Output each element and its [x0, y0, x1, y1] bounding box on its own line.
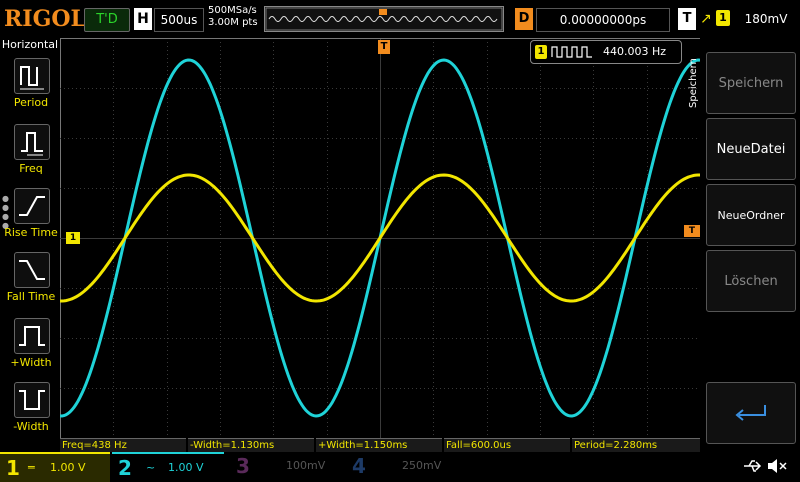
meas-period[interactable]: Period=2.280ms — [572, 438, 700, 452]
ch2-scale: 1.00 V — [168, 461, 204, 474]
counter-value: 440.003 Hz — [603, 45, 667, 58]
return-button[interactable] — [706, 382, 796, 444]
ch2-number: 2 — [118, 456, 132, 480]
freq-label: Freq — [19, 162, 43, 175]
meas-neg-width[interactable]: -Width=1.130ms — [188, 438, 314, 452]
measure-neg-width-button[interactable]: -Width — [2, 382, 60, 446]
meas-fall[interactable]: Fall=600.0us — [444, 438, 570, 452]
frequency-counter: 1 440.003 Hz — [530, 40, 682, 64]
return-arrow-icon — [735, 405, 766, 421]
memory-waveform-icon — [265, 7, 503, 31]
delete-button[interactable]: Löschen — [706, 250, 796, 312]
new-folder-button[interactable]: NeueOrdner — [706, 184, 796, 246]
ch4-number: 4 — [352, 454, 366, 478]
rising-edge-icon: ↗︎ — [700, 11, 712, 27]
run-stop-status[interactable]: T'D — [84, 8, 130, 32]
channel-status-bar: 1 ═ 1.00 V 2 ~ 1.00 V 3 100mV 4 250mV — [0, 452, 800, 482]
memory-depth: 3.00M pts — [208, 17, 258, 28]
fall-time-icon — [14, 252, 50, 288]
ch3-number: 3 — [236, 454, 250, 478]
dc-coupling-icon: ═ — [28, 461, 35, 474]
ch4-status[interactable]: 4 250mV — [342, 452, 454, 480]
ch4-scale: 250mV — [402, 459, 442, 472]
measure-fall-time-button[interactable]: Fall Time — [2, 252, 60, 316]
ch1-number: 1 — [6, 456, 20, 480]
ch3-scale: 100mV — [286, 459, 326, 472]
panel-title: Horizontal — [1, 38, 59, 51]
speaker-muted-icon[interactable] — [766, 457, 788, 475]
ac-coupling-icon: ~ — [146, 461, 156, 474]
trigger-label: T — [678, 8, 696, 30]
rigol-logo: RIGOL — [4, 6, 86, 32]
trigger-level-marker[interactable]: T — [684, 225, 700, 237]
usb-icon — [744, 460, 762, 472]
period-label: Period — [13, 96, 49, 109]
sample-rate: 500MSa/s — [208, 5, 257, 16]
measure-period-button[interactable]: Period — [2, 58, 60, 122]
trigger-position-marker[interactable]: T — [378, 40, 390, 54]
square-wave-icon — [551, 46, 592, 58]
timebase-label: H — [134, 8, 152, 30]
period-icon — [14, 58, 50, 94]
waveform-display[interactable] — [60, 38, 700, 438]
measure-pos-width-button[interactable]: +Width — [2, 318, 60, 382]
ch2-status[interactable]: 2 ~ 1.00 V — [112, 452, 224, 482]
pos-width-label: +Width — [10, 356, 52, 369]
timebase-value[interactable]: 500us — [154, 8, 204, 32]
rise-time-icon — [14, 188, 50, 224]
neg-width-icon — [14, 382, 50, 418]
freq-icon — [14, 124, 50, 160]
neg-width-label: -Width — [13, 420, 49, 433]
rise-time-label: Rise Time — [4, 226, 58, 239]
save-button[interactable]: Speichern — [706, 52, 796, 114]
acquisition-info: 500MSa/s 3.00M pts — [208, 5, 258, 29]
ch1-ground-marker[interactable]: 1 — [66, 232, 80, 244]
measurement-results-bar: Freq=438 Hz -Width=1.130ms +Width=1.150m… — [60, 438, 700, 452]
meas-freq[interactable]: Freq=438 Hz — [60, 438, 186, 452]
measure-freq-button[interactable]: Freq — [2, 124, 60, 188]
memory-overview-strip[interactable] — [264, 6, 504, 32]
fall-time-label: Fall Time — [6, 290, 56, 303]
ch1-scale: 1.00 V — [50, 461, 86, 474]
ch1-status[interactable]: 1 ═ 1.00 V — [0, 452, 110, 482]
meas-pos-width[interactable]: +Width=1.150ms — [316, 438, 442, 452]
trigger-level[interactable]: 180mV — [736, 8, 796, 30]
new-file-button[interactable]: NeueDatei — [706, 118, 796, 180]
ch3-status[interactable]: 3 100mV — [226, 452, 338, 480]
pos-width-icon — [14, 318, 50, 354]
trigger-source: 1 — [716, 10, 730, 26]
counter-channel: 1 — [535, 45, 547, 59]
delay-label: D — [515, 8, 533, 30]
delay-value[interactable]: 0.00000000ps — [536, 8, 670, 32]
menu-tab-title: Speichern — [688, 58, 699, 108]
measure-rise-time-button[interactable]: Rise Time — [2, 188, 60, 252]
